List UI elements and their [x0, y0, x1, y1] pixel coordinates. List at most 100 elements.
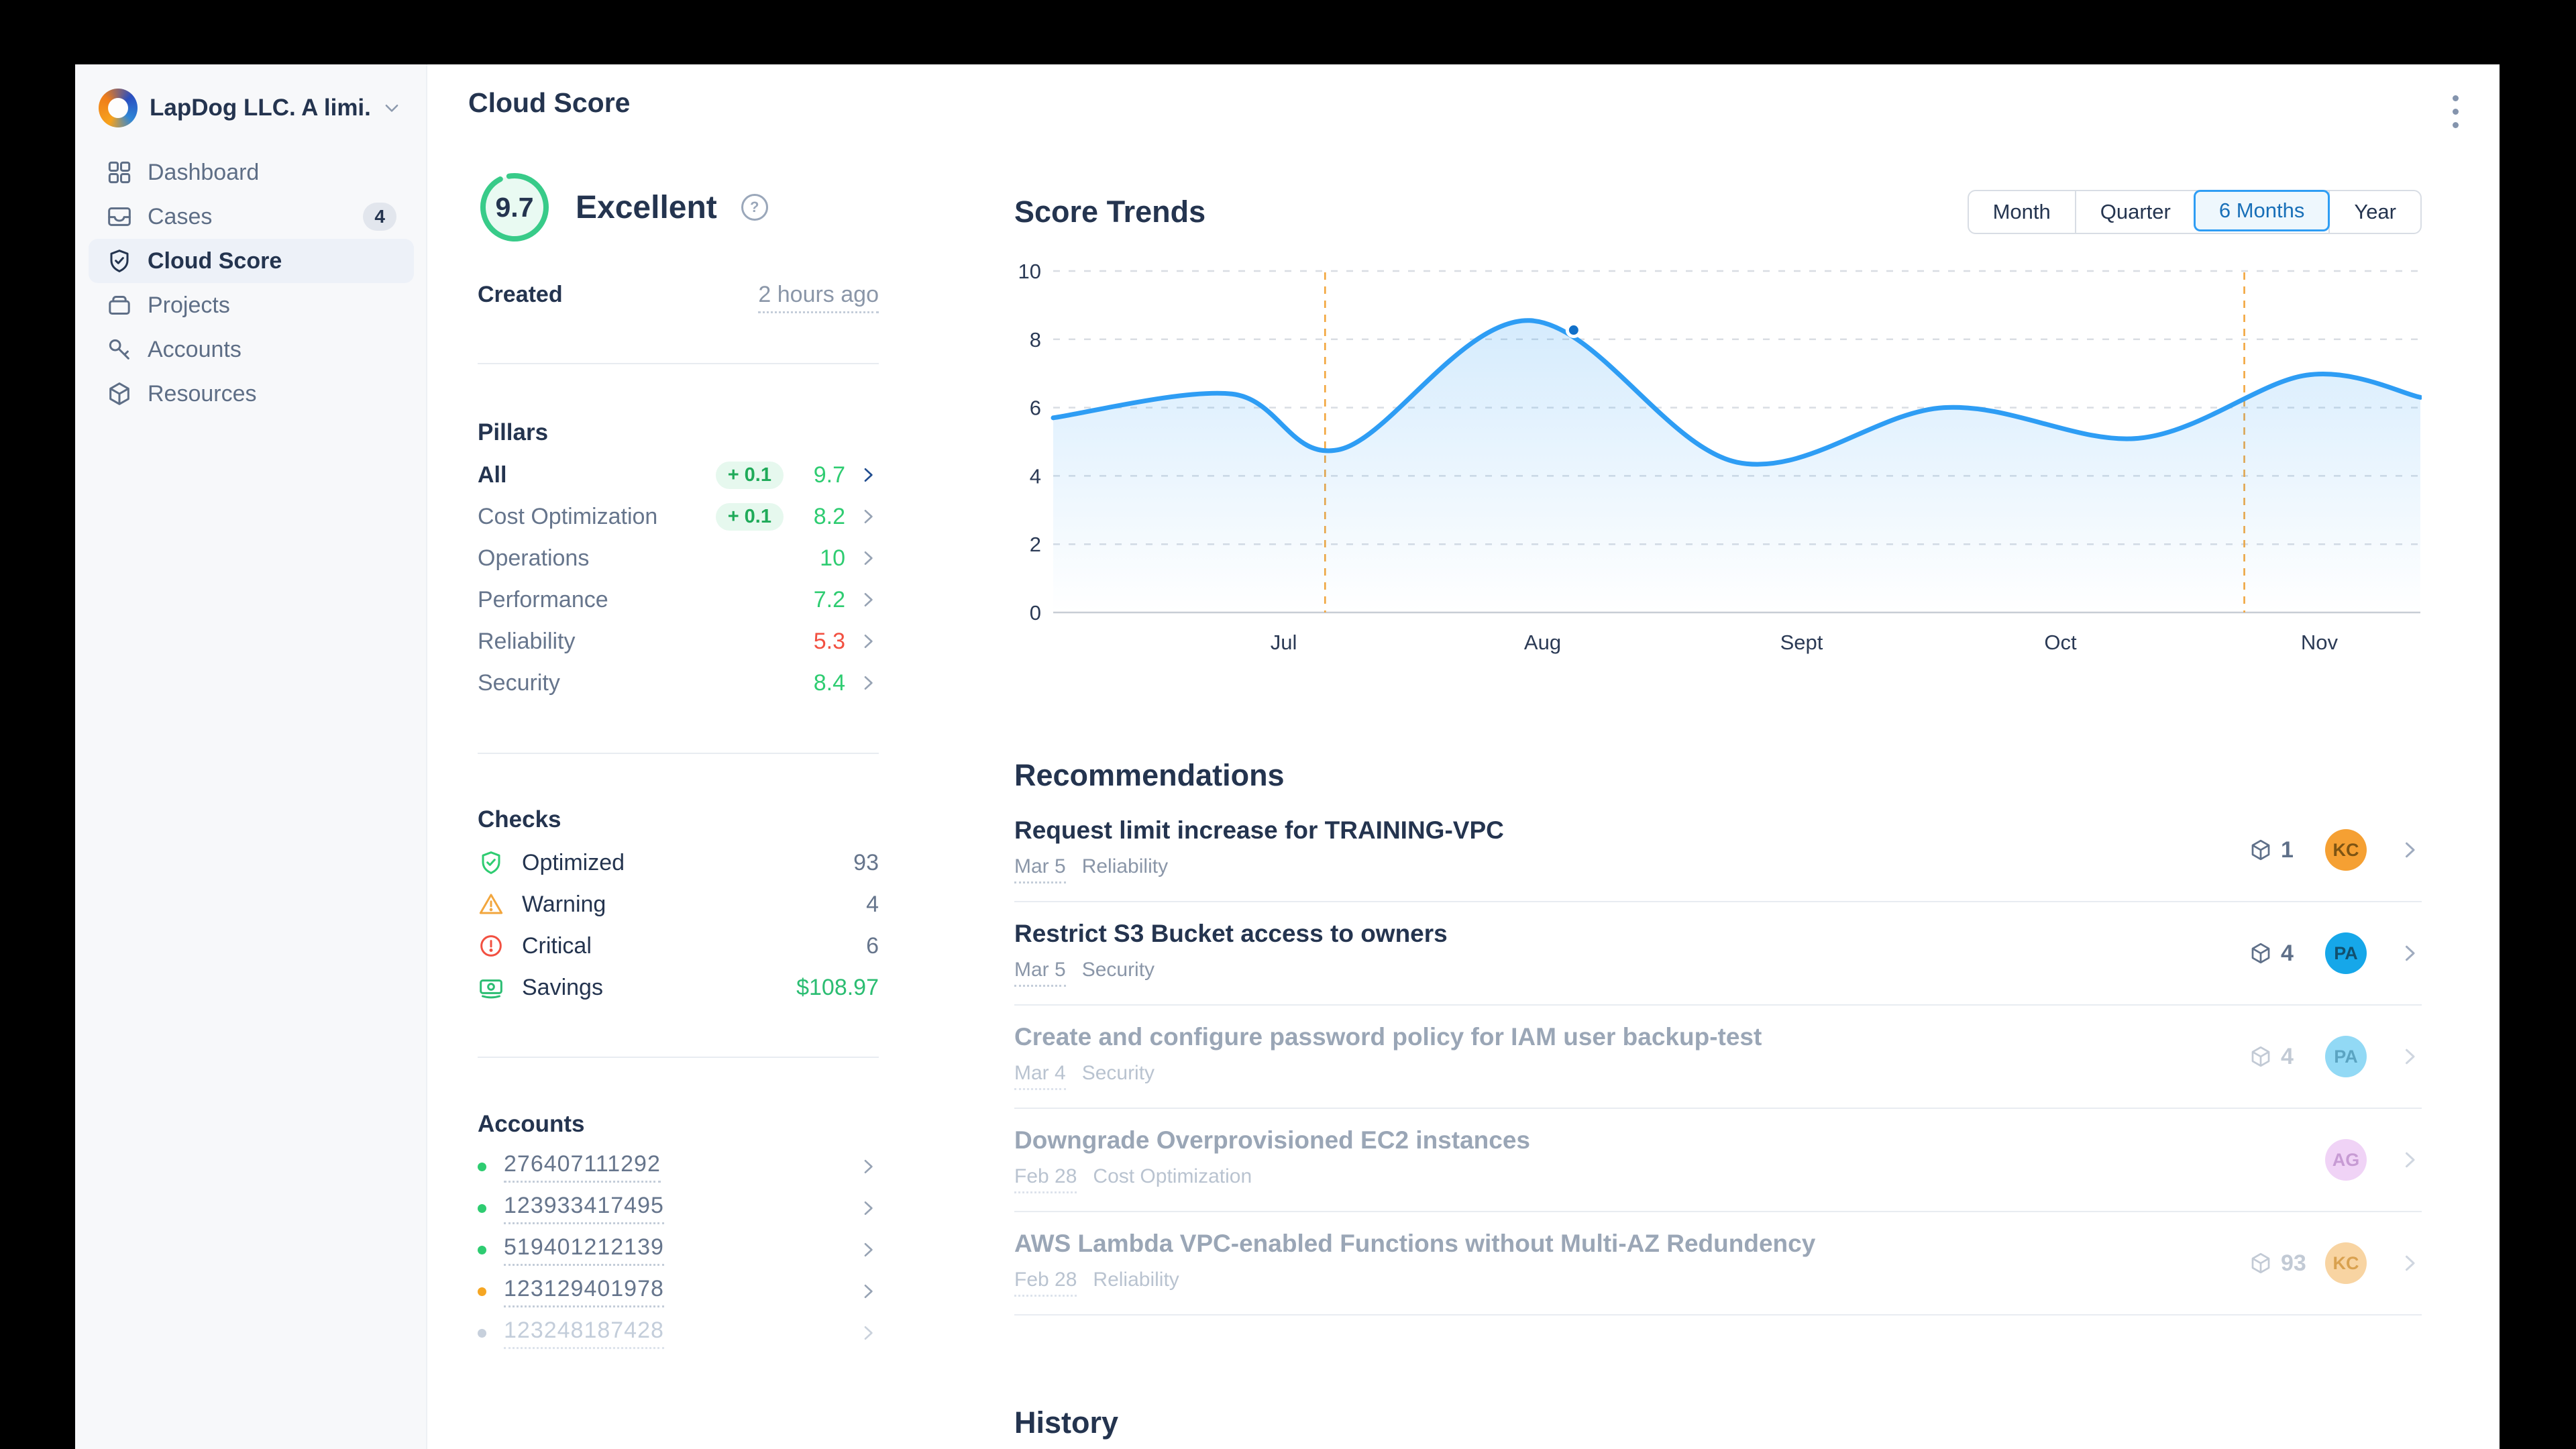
avatar: PA [2325, 1036, 2367, 1077]
account-row[interactable]: 123248187428 [478, 1312, 879, 1354]
sidebar: LapDog LLC. A limi... Dashboard Cases 4 Clo… [75, 64, 427, 1449]
account-row[interactable]: 519401212139 [478, 1229, 879, 1271]
sidebar-item-projects[interactable]: Projects [89, 283, 414, 327]
tab-quarter[interactable]: Quarter [2074, 191, 2195, 233]
pillar-row-performance[interactable]: Performance 7.2 [478, 579, 879, 621]
pillar-score: 5.3 [813, 628, 845, 654]
pillar-row-cost-optimization[interactable]: Cost Optimization + 0.1 8.2 [478, 496, 879, 537]
recommendation-row[interactable]: AWS Lambda VPC-enabled Functions without… [1014, 1212, 2422, 1316]
recommendation-title: Create and configure password policy for… [1014, 1023, 1762, 1051]
status-dot [478, 1287, 486, 1296]
svg-text:Nov: Nov [2301, 631, 2339, 654]
count-badge: 4 [363, 203, 396, 231]
kebab-menu-button[interactable] [2436, 90, 2474, 133]
cube-icon [2249, 1044, 2273, 1069]
recommendation-category: Security [1081, 1062, 1155, 1084]
recommendation-title: Restrict S3 Bucket access to owners [1014, 920, 1448, 947]
chevron-right-icon [2398, 838, 2422, 862]
chevron-right-icon [857, 547, 879, 569]
account-row[interactable]: 123933417495 [478, 1187, 879, 1229]
resource-count: 4 [2249, 1044, 2325, 1070]
recommendation-category: Reliability [1081, 855, 1169, 877]
recommendation-date: Feb 28 [1014, 1269, 1077, 1297]
resource-count: 93 [2249, 1250, 2325, 1277]
cube-icon [2249, 941, 2273, 965]
pillar-score: 7.2 [813, 586, 845, 612]
recommendation-date: Mar 5 [1014, 959, 1066, 987]
svg-text:2: 2 [1030, 533, 1041, 556]
recommendation-category: Reliability [1093, 1269, 1179, 1291]
screen: { "workspace": { "name": "LapDog LLC. A … [0, 0, 2576, 1449]
recommendation-row[interactable]: Create and configure password policy for… [1014, 1006, 2422, 1109]
svg-text:0: 0 [1030, 601, 1041, 625]
pillars-list: All + 0.1 9.7 Cost Optimization + 0.1 8.2 Oper… [478, 454, 879, 704]
check-row-optimized: Optimized 93 [478, 842, 879, 883]
pillar-row-all[interactable]: All + 0.1 9.7 [478, 454, 879, 496]
recommendation-date: Mar 4 [1014, 1062, 1066, 1090]
recommendation-category: Cost Optimization [1093, 1165, 1252, 1187]
chevron-right-icon [857, 589, 879, 610]
sidebar-item-label: Accounts [148, 336, 241, 362]
pillar-row-operations[interactable]: Operations 10 [478, 537, 879, 579]
sidebar-item-cloud-score[interactable]: Cloud Score [89, 239, 414, 283]
status-dot [478, 1203, 486, 1213]
check-label: Critical [522, 932, 592, 959]
pillar-row-security[interactable]: Security 8.4 [478, 662, 879, 704]
pillar-score: 8.4 [813, 669, 845, 696]
check-value: $108.97 [796, 974, 879, 1000]
help-icon[interactable]: ? [741, 194, 768, 221]
score-trends-title: Score Trends [1014, 195, 1206, 229]
sidebar-item-cases[interactable]: Cases 4 [89, 195, 414, 239]
chevron-right-icon [857, 1281, 879, 1302]
summary-panel: 9.7 Excellent ? Created 2 hours ago Pill… [478, 170, 879, 1378]
recommendation-row[interactable]: Request limit increase for TRAINING-VPC M… [1014, 799, 2422, 902]
tab-month[interactable]: Month [1969, 191, 2075, 233]
history-heading: History [1014, 1405, 1119, 1440]
check-label: Optimized [522, 849, 625, 875]
workspace-switcher[interactable]: LapDog LLC. A limi... [99, 89, 402, 127]
check-value: 4 [866, 891, 879, 917]
recommendation-date: Mar 5 [1014, 855, 1066, 883]
sidebar-item-accounts[interactable]: Accounts [89, 327, 414, 372]
account-number: 123933417495 [504, 1193, 664, 1224]
pillar-row-reliability[interactable]: Reliability 5.3 [478, 621, 879, 662]
sidebar-item-dashboard[interactable]: Dashboard [89, 150, 414, 195]
account-number: 123129401978 [504, 1276, 664, 1307]
recommendation-row[interactable]: Downgrade Overprovisioned EC2 instances F… [1014, 1109, 2422, 1212]
svg-text:8: 8 [1030, 328, 1041, 352]
chevron-right-icon [857, 506, 879, 527]
account-row[interactable]: 123129401978 [478, 1271, 879, 1312]
sidebar-item-resources[interactable]: Resources [89, 372, 414, 416]
recommendations-heading: Recommendations [1014, 758, 1285, 792]
sidebar-item-label: Resources [148, 380, 257, 407]
status-dot [478, 1162, 486, 1171]
created-label: Created [478, 282, 563, 307]
score-ring: 9.7 [478, 170, 551, 244]
created-value[interactable]: 2 hours ago [758, 282, 879, 313]
chevron-right-icon [2398, 1251, 2422, 1275]
app-window: LapDog LLC. A limi... Dashboard Cases 4 Clo… [75, 64, 2500, 1449]
chevron-right-icon [2398, 1148, 2422, 1172]
pillar-label: Reliability [478, 628, 576, 654]
recommendation-title: AWS Lambda VPC-enabled Functions without… [1014, 1230, 1816, 1257]
pillar-score: 8.2 [813, 503, 845, 529]
pillar-label: Security [478, 669, 560, 696]
cube-icon [106, 380, 133, 407]
account-number: 123248187428 [504, 1318, 664, 1349]
score-value: 9.7 [495, 191, 534, 223]
shield-check-icon [478, 849, 504, 876]
svg-text:6: 6 [1030, 396, 1041, 420]
tab-6-months[interactable]: 6 Months [2193, 190, 2330, 231]
status-dot [478, 1328, 486, 1338]
tab-year[interactable]: Year [2328, 191, 2420, 233]
score-trends-section: Score Trends Month Quarter 6 Months Year 0 2… [1014, 189, 2423, 674]
recommendation-row[interactable]: Restrict S3 Bucket access to owners Mar 5… [1014, 902, 2422, 1006]
check-value: 93 [853, 849, 879, 875]
check-label: Warning [522, 891, 606, 917]
svg-text:Aug: Aug [1524, 631, 1561, 654]
account-row[interactable]: 276407111292 [478, 1146, 879, 1187]
svg-text:Sept: Sept [1780, 631, 1823, 654]
created-row: Created 2 hours ago [478, 282, 879, 313]
chevron-right-icon [857, 1322, 879, 1344]
check-row-critical: Critical 6 [478, 925, 879, 967]
